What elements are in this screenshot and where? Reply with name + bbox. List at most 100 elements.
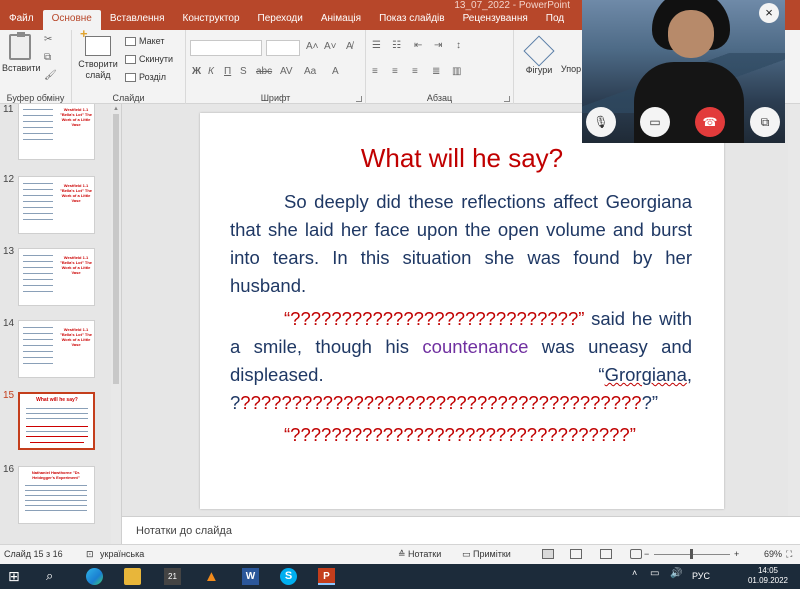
notes-toggle-button[interactable]: ≙ Нотатки <box>398 549 441 560</box>
shapes-button[interactable]: Фігури <box>523 35 555 76</box>
thumbnail-slide-14[interactable]: 14 Westfield 1.1 "Bella's Lot" The Work … <box>0 318 121 380</box>
slide-paragraph-2[interactable]: “????????????????????????????” said he w… <box>230 305 692 417</box>
thumbnail-slide-12[interactable]: 12 Westfield 1.1 "Bella's Lot" The Work … <box>0 174 121 236</box>
thumbnail-slide-11[interactable]: 11 Westfield 1.1 "Bella's Lot" The Work … <box>0 104 121 166</box>
decrease-indent-icon[interactable]: ⇤ <box>414 40 422 51</box>
underline-icon[interactable]: П <box>224 66 231 77</box>
spacing-icon[interactable]: AV <box>280 66 293 77</box>
tab-animations[interactable]: Анімація <box>312 10 370 30</box>
line-spacing-icon[interactable]: ↕ <box>456 40 461 51</box>
layout-button[interactable]: Макет <box>125 36 164 46</box>
vlc-icon[interactable]: ▲ <box>204 568 221 585</box>
section-icon <box>125 72 136 82</box>
spellcheck-icon[interactable]: ⊡ <box>86 549 94 560</box>
shrink-font-icon[interactable]: A˅ <box>324 41 337 52</box>
tab-design[interactable]: Конструктор <box>174 10 249 30</box>
slideshow-view-icon[interactable] <box>630 549 642 559</box>
font-color-icon[interactable]: A <box>332 66 339 77</box>
thumbnail-slide-15[interactable]: 15 What will he say? <box>0 390 121 454</box>
calendar-app-icon[interactable]: 21 <box>164 568 181 585</box>
camera-icon[interactable]: ▭ <box>640 107 670 137</box>
new-slide-button[interactable]: Створити слайд <box>76 28 120 81</box>
italic-icon[interactable]: К <box>208 66 214 77</box>
grow-font-icon[interactable]: A˄ <box>306 41 319 52</box>
input-language[interactable]: РУС <box>692 571 710 581</box>
tab-review[interactable]: Рецензування <box>454 10 537 30</box>
shapes-icon <box>523 35 555 67</box>
align-right-icon[interactable]: ≡ <box>412 66 418 77</box>
slide-sorter-icon[interactable] <box>570 549 582 559</box>
edge-browser-icon[interactable] <box>86 568 103 585</box>
reading-view-icon[interactable] <box>600 549 612 559</box>
align-left-icon[interactable]: ≡ <box>372 66 378 77</box>
canvas-scrollbar[interactable] <box>788 104 800 516</box>
network-icon[interactable]: ▭ <box>650 568 667 585</box>
notes-pane[interactable]: Нотатки до слайда <box>122 516 800 544</box>
section-button[interactable]: Розділ <box>125 72 166 82</box>
arrange-button[interactable]: Упор <box>558 64 584 75</box>
format-painter-icon[interactable]: 🖌 <box>44 70 57 81</box>
justify-icon[interactable]: ≣ <box>432 66 440 77</box>
numbering-icon[interactable]: ☷ <box>392 40 401 51</box>
copy-icon[interactable]: ⧉ <box>44 52 51 63</box>
cut-icon[interactable]: ✂ <box>44 34 52 45</box>
font-size-input[interactable] <box>266 40 300 56</box>
close-icon[interactable]: × <box>759 3 779 23</box>
windows-start-icon[interactable]: ⊞ <box>8 568 25 585</box>
reset-button[interactable]: Скинути <box>125 54 173 64</box>
file-explorer-icon[interactable] <box>124 568 141 585</box>
zoom-out-icon[interactable]: − <box>644 549 649 559</box>
shadow-icon[interactable]: S <box>240 66 247 77</box>
tray-chevron-icon[interactable]: ˄ <box>632 568 649 585</box>
thumbnail-slide-16[interactable]: 16 Nathaniel Hawthorne "Dr. Heidegger's … <box>0 464 121 528</box>
video-call-window[interactable]: 🎙 ▭ ☎ ⧉ <box>582 0 785 143</box>
tab-slideshow[interactable]: Показ слайдів <box>370 10 454 30</box>
powerpoint-icon[interactable]: P <box>318 568 335 585</box>
slide-paragraph-1[interactable]: So deeply did these reflections affect G… <box>230 188 692 300</box>
slide-counter: Слайд 15 з 16 <box>4 549 63 559</box>
slide-thumbnails-pane: 11 Westfield 1.1 "Bella's Lot" The Work … <box>0 104 122 544</box>
end-call-icon[interactable]: ☎ <box>695 107 725 137</box>
tab-view[interactable]: Под <box>537 10 573 30</box>
comments-toggle-button[interactable]: ▭ Примітки <box>462 549 511 560</box>
scroll-up-icon[interactable]: ▲ <box>113 106 119 112</box>
layout-icon <box>125 36 136 46</box>
clipboard-group-label: Буфер обміну <box>6 93 65 103</box>
skype-icon[interactable]: S <box>280 568 297 585</box>
change-case-icon[interactable]: Aa <box>304 66 316 77</box>
slide-title[interactable]: What will he say? <box>200 143 724 174</box>
current-slide[interactable]: What will he say? So deeply did these re… <box>200 113 724 509</box>
zoom-in-icon[interactable]: + <box>734 549 739 559</box>
tab-home[interactable]: Основне <box>42 10 101 30</box>
language-indicator[interactable]: українська <box>100 549 144 559</box>
search-icon[interactable]: ⌕ <box>46 568 63 585</box>
align-center-icon[interactable]: ≡ <box>392 66 398 77</box>
tab-insert[interactable]: Вставлення <box>101 10 174 30</box>
columns-icon[interactable]: ▥ <box>452 66 461 77</box>
zoom-level[interactable]: 69% <box>764 549 782 559</box>
clear-format-icon[interactable]: A̸ <box>346 41 353 52</box>
tab-file[interactable]: Файл <box>0 10 43 30</box>
increase-indent-icon[interactable]: ⇥ <box>434 40 442 51</box>
strikethrough-icon[interactable]: abc <box>256 66 272 77</box>
minimize-window-icon[interactable]: ⧉ <box>750 107 780 137</box>
bold-icon[interactable]: Ж <box>192 66 201 77</box>
thumbnails-scroll-thumb[interactable] <box>113 114 119 384</box>
paragraph-dialog-launcher-icon[interactable] <box>504 96 510 102</box>
volume-icon[interactable]: 🔊 <box>670 568 687 585</box>
paste-button[interactable]: Вставити <box>2 32 41 74</box>
zoom-slider-handle[interactable] <box>690 549 693 559</box>
thumbnail-slide-13[interactable]: 13 Westfield 1.1 "Bella's Lot" The Work … <box>0 246 121 308</box>
fit-slide-icon[interactable]: ⛶ <box>786 549 792 560</box>
font-name-input[interactable] <box>190 40 262 56</box>
normal-view-icon[interactable] <box>542 549 554 559</box>
slides-group-label: Слайди <box>112 93 145 103</box>
slide-paragraph-3[interactable]: “?????????????????????????????????” <box>230 421 692 449</box>
thumbnails-scrollbar[interactable]: ▲ <box>111 104 121 544</box>
word-icon[interactable]: W <box>242 568 259 585</box>
tab-transitions[interactable]: Переходи <box>249 10 312 30</box>
font-dialog-launcher-icon[interactable] <box>356 96 362 102</box>
clock[interactable]: 14:05 01.09.2022 <box>748 566 788 586</box>
bullets-icon[interactable]: ☰ <box>372 40 381 51</box>
microphone-icon[interactable]: 🎙 <box>586 107 616 137</box>
